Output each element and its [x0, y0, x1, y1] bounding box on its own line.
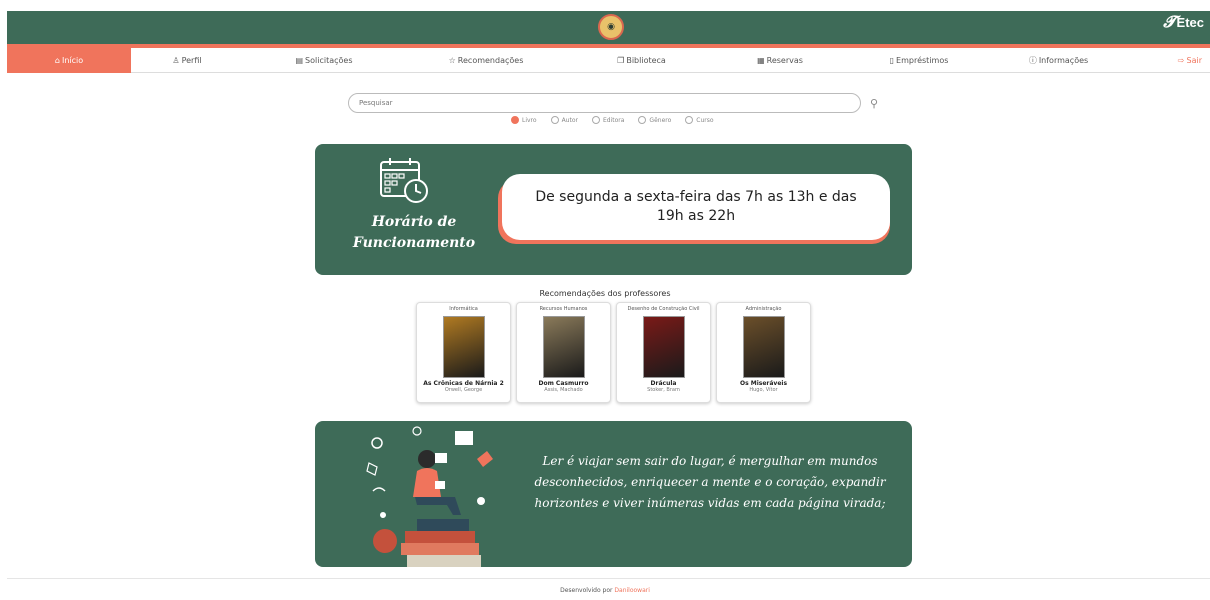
nav-item-recomendacoes[interactable]: ☆ Recomendações — [405, 48, 567, 73]
search-filter-group: Livro Autor Editora Gênero Curso — [511, 116, 714, 124]
hours-card: De segunda a sexta-feira das 7h as 13h e… — [502, 174, 890, 240]
etec-logo-text: Etec — [1176, 15, 1204, 30]
filter-label: Autor — [561, 116, 578, 124]
inbox-icon: ▤ — [295, 55, 304, 65]
nav-item-inicio[interactable]: ⌂ Início — [7, 47, 131, 73]
nav-item-informacoes[interactable]: ⓘ Informações — [994, 48, 1123, 73]
search-placeholder: Pesquisar — [359, 99, 393, 107]
nav-item-label: Empréstimos — [896, 55, 949, 65]
filter-label: Editora — [602, 116, 625, 124]
nav-item-label: Biblioteca — [626, 55, 666, 65]
filter-radio-curso[interactable]: Curso — [685, 116, 714, 124]
filter-label: Livro — [522, 116, 537, 124]
nav-item-label: Informações — [1038, 55, 1089, 65]
book-course: Recursos Humanos — [539, 306, 588, 312]
book-course: Informática — [449, 306, 478, 312]
owl-logo-icon[interactable]: ◉ — [598, 14, 624, 40]
nav-item-biblioteca[interactable]: ❐ Biblioteca — [567, 48, 716, 73]
reading-quote: Ler é viajar sem sair do lugar, é mergul… — [534, 454, 886, 510]
calendar-clock-icon — [380, 158, 428, 203]
nav-item-reservas[interactable]: ▦ Reservas — [716, 48, 844, 73]
opening-hours-title: Horário de Funcionamento — [349, 212, 479, 254]
filter-radio-genero[interactable]: Gênero — [638, 116, 671, 124]
phone-icon: ▯ — [889, 55, 895, 65]
nav-item-label: Reservas — [766, 55, 803, 65]
book-card[interactable]: Desenho de Construção Civil Drácula Stoker… — [616, 302, 711, 403]
etec-mark-icon: 𝓣 — [1163, 14, 1176, 31]
search-icon[interactable]: ⚲ — [867, 96, 881, 110]
footer-author-link[interactable]: Daniloowari — [614, 587, 650, 594]
book-course: Administração — [745, 306, 782, 312]
reading-girl-illustration — [366, 426, 493, 567]
radio-dot-icon[interactable] — [591, 116, 600, 124]
book-cover[interactable] — [542, 316, 585, 378]
filter-radio-editora[interactable]: Editora — [591, 116, 625, 124]
nav-item-label: Perfil — [181, 55, 202, 65]
recommendations-list: Informática As Crônicas de Nárnia 2 Orwell… — [416, 302, 811, 403]
book-cover[interactable] — [442, 316, 485, 378]
book-open-icon: ❐ — [617, 55, 625, 65]
book-card[interactable]: Administração Os Miseráveis Hugo, Vítor — [716, 302, 811, 403]
nav-item-label: Sair — [1186, 55, 1203, 65]
hours-text: De segunda a sexta-feira das 7h as 13h e… — [535, 189, 857, 224]
reading-quote-banner: Ler é viajar sem sair do lugar, é mergul… — [315, 421, 912, 567]
book-course: Desenho de Construção Civil — [627, 306, 700, 312]
nav-item-label: Início — [61, 55, 84, 65]
calendar-icon: ▦ — [757, 55, 765, 65]
radio-dot-icon[interactable] — [550, 116, 559, 124]
book-title[interactable]: Drácula — [617, 380, 710, 387]
recommendations-title: Recomendações dos professores — [539, 289, 671, 298]
book-author: Stoker, Bram — [647, 387, 680, 393]
hours-title-line-1: Horário de — [371, 214, 457, 230]
filter-label: Curso — [696, 116, 714, 124]
footer-divider — [7, 578, 1210, 579]
nav-item-label: Solicitações — [305, 55, 353, 65]
filter-radio-livro[interactable]: Livro — [511, 116, 537, 124]
nav-item-emprestimos[interactable]: ▯ Empréstimos — [844, 48, 994, 73]
book-title[interactable]: Dom Casmurro — [517, 380, 610, 387]
home-icon: ⌂ — [54, 55, 60, 65]
nav-item-perfil[interactable]: ♙ Perfil — [131, 48, 243, 73]
book-author: Assis, Machado — [544, 387, 583, 393]
book-cover[interactable] — [742, 316, 785, 378]
search-input[interactable]: Pesquisar — [348, 93, 861, 113]
book-author: Orwell, George — [444, 387, 483, 393]
main-nav: ⌂ Início ♙ Perfil ▤ Solicitações ☆ Recomendaçõe… — [7, 47, 1210, 73]
footer-prefix: Desenvolvido por — [560, 587, 613, 594]
nav-item-sair[interactable]: ⇨ Sair — [1123, 48, 1210, 73]
radio-dot-icon[interactable] — [511, 116, 519, 124]
info-icon: ⓘ — [1028, 55, 1037, 65]
filter-radio-autor[interactable]: Autor — [550, 116, 578, 124]
etec-logo: 𝓣 Etec — [1163, 14, 1204, 32]
nav-item-solicitacoes[interactable]: ▤ Solicitações — [243, 48, 405, 73]
hours-title-line-2: Funcionamento — [352, 235, 476, 251]
book-card[interactable]: Informática As Crônicas de Nárnia 2 Orwell… — [416, 302, 511, 403]
opening-hours-banner: Horário de Funcionamento De segunda a se… — [315, 144, 912, 275]
book-cover[interactable] — [642, 316, 685, 378]
radio-dot-icon[interactable] — [638, 116, 647, 124]
filter-label: Gênero — [649, 116, 672, 124]
book-author: Hugo, Vítor — [749, 387, 778, 393]
footer: Desenvolvido por Daniloowari — [0, 587, 1210, 594]
nav-item-label: Recomendações — [457, 55, 524, 65]
logout-icon: ⇨ — [1177, 55, 1185, 65]
book-title[interactable]: Os Miseráveis — [717, 380, 810, 387]
user-icon: ♙ — [172, 55, 180, 65]
star-icon: ☆ — [448, 55, 456, 65]
book-title[interactable]: As Crônicas de Nárnia 2 — [417, 380, 510, 387]
book-card[interactable]: Recursos Humanos Dom Casmurro Assis, Macha… — [516, 302, 611, 403]
radio-dot-icon[interactable] — [685, 116, 694, 124]
